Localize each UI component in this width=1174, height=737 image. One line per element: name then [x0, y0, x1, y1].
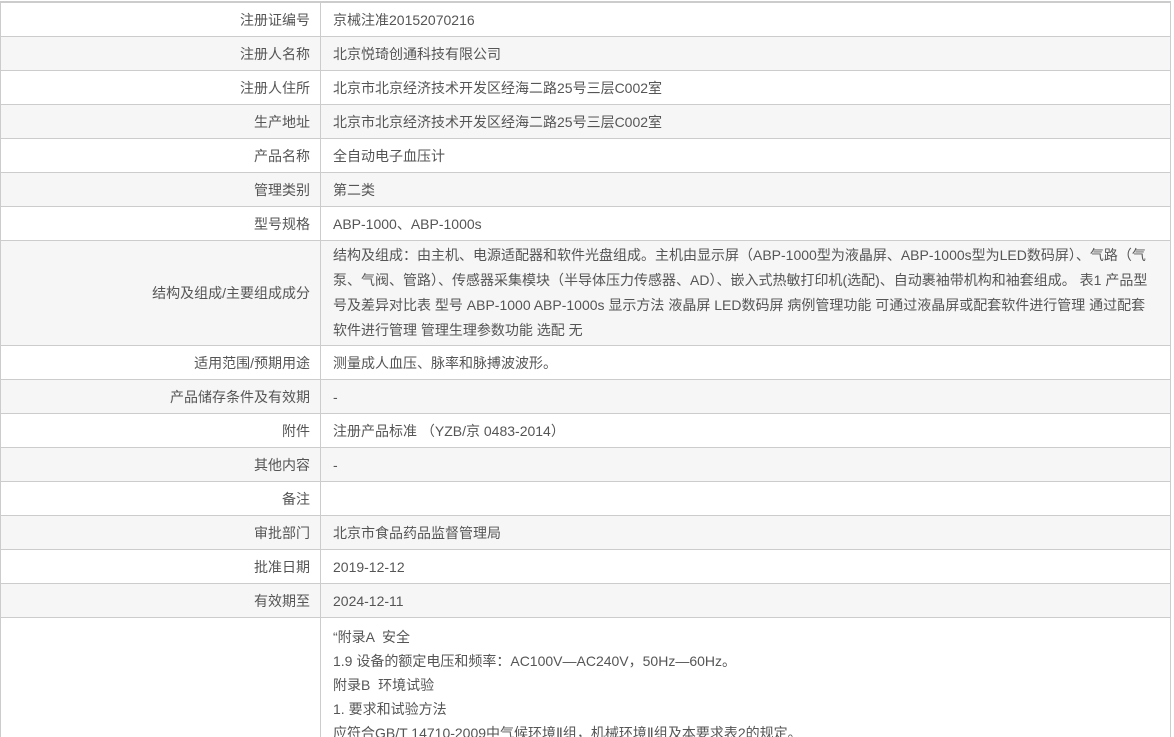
row-value: 2024-12-11 — [321, 584, 1170, 617]
row-value: 测量成人血压、脉率和脉搏波波形。 — [321, 346, 1170, 379]
model-spec: ABP-1000、ABP-1000s — [333, 215, 482, 232]
expiry-date: 2024-12-11 — [333, 592, 404, 609]
row-value: 第二类 — [321, 173, 1170, 206]
row-label: 注册人名称 — [1, 37, 321, 70]
appendix-line: 1. 要求和试验方法 — [333, 701, 447, 717]
row-value: 全自动电子血压计 — [321, 139, 1170, 172]
row-value: 北京悦琦创通科技有限公司 — [321, 37, 1170, 70]
appendix-line: 1.9 设备的额定电压和频率：AC100V—AC240V，50Hz—60Hz。 — [333, 653, 737, 669]
row-value: - — [321, 380, 1170, 413]
row-label: 结构及组成/主要组成成分 — [1, 241, 321, 345]
row-label: 适用范围/预期用途 — [1, 346, 321, 379]
approval-date: 2019-12-12 — [333, 558, 405, 575]
table-row: 注册人住所 北京市北京经济技术开发区经海二路25号三层C002室 — [1, 71, 1170, 105]
row-label: 备注 — [1, 482, 321, 515]
row-value: - — [321, 448, 1170, 481]
registration-number: 京械注准20152070216 — [333, 11, 475, 28]
attachment: 注册产品标准 （YZB/京 0483-2014） — [333, 422, 565, 439]
structure-composition: 结构及组成：由主机、电源适配器和软件光盘组成。主机由显示屏（ABP-1000型为… — [333, 247, 1148, 338]
row-label: 产品储存条件及有效期 — [1, 380, 321, 413]
table-row: 产品名称 全自动电子血压计 — [1, 139, 1170, 173]
row-label: 产品名称 — [1, 139, 321, 172]
table-row: 产品储存条件及有效期 - — [1, 380, 1170, 414]
row-label: 审批部门 — [1, 516, 321, 549]
table-row: 结构及组成/主要组成成分 结构及组成：由主机、电源适配器和软件光盘组成。主机由显… — [1, 241, 1170, 346]
row-value: 北京市北京经济技术开发区经海二路25号三层C002室 — [321, 71, 1170, 104]
table-row: 附件 注册产品标准 （YZB/京 0483-2014） — [1, 414, 1170, 448]
management-class: 第二类 — [333, 181, 375, 198]
row-value: 2019-12-12 — [321, 550, 1170, 583]
row-label: 管理类别 — [1, 173, 321, 206]
product-name: 全自动电子血压计 — [333, 147, 445, 164]
row-label: 生产地址 — [1, 105, 321, 138]
approval-department: 北京市食品药品监督管理局 — [333, 524, 501, 541]
table-row: 型号规格 ABP-1000、ABP-1000s — [1, 207, 1170, 241]
row-value: 北京市北京经济技术开发区经海二路25号三层C002室 — [321, 105, 1170, 138]
table-row: 适用范围/预期用途 测量成人血压、脉率和脉搏波波形。 — [1, 346, 1170, 380]
row-label: 其他内容 — [1, 448, 321, 481]
table-row: 注册证编号 京械注准20152070216 — [1, 3, 1170, 37]
appendix-line: 附录B 环境试验 — [333, 677, 435, 693]
table-row: 生产地址 北京市北京经济技术开发区经海二路25号三层C002室 — [1, 105, 1170, 139]
table-row: 批准日期 2019-12-12 — [1, 550, 1170, 584]
table-row: 备注 — [1, 482, 1170, 516]
row-label: 有效期至 — [1, 584, 321, 617]
table-row: “附录A 安全 1.9 设备的额定电压和频率：AC100V—AC240V，50H… — [1, 618, 1170, 737]
row-label: 注册证编号 — [1, 3, 321, 36]
registrant-address: 北京市北京经济技术开发区经海二路25号三层C002室 — [333, 79, 663, 96]
table-row: 其他内容 - — [1, 448, 1170, 482]
appendix-line: “附录A 安全 — [333, 629, 411, 645]
row-value: 京械注准20152070216 — [321, 3, 1170, 36]
row-label — [1, 618, 321, 737]
row-value — [321, 482, 1170, 515]
row-label: 附件 — [1, 414, 321, 447]
row-value: 北京市食品药品监督管理局 — [321, 516, 1170, 549]
intended-use: 测量成人血压、脉率和脉搏波波形。 — [333, 354, 557, 371]
table-row: 有效期至 2024-12-11 — [1, 584, 1170, 618]
row-label: 批准日期 — [1, 550, 321, 583]
table-row: 注册人名称 北京悦琦创通科技有限公司 — [1, 37, 1170, 71]
row-value: 结构及组成：由主机、电源适配器和软件光盘组成。主机由显示屏（ABP-1000型为… — [321, 241, 1170, 345]
table-row: 管理类别 第二类 — [1, 173, 1170, 207]
row-label: 型号规格 — [1, 207, 321, 240]
row-value: ABP-1000、ABP-1000s — [321, 207, 1170, 240]
storage-conditions: - — [333, 388, 338, 405]
row-value: 注册产品标准 （YZB/京 0483-2014） — [321, 414, 1170, 447]
other-content: - — [333, 456, 338, 473]
row-value: “附录A 安全 1.9 设备的额定电压和频率：AC100V—AC240V，50H… — [321, 618, 1170, 737]
table-row: 审批部门 北京市食品药品监督管理局 — [1, 516, 1170, 550]
appendix-line: 应符合GB/T 14710-2009中气候环境Ⅱ组，机械环境Ⅱ组及本要求表2的规… — [333, 725, 802, 737]
row-label: 注册人住所 — [1, 71, 321, 104]
registration-detail-table: 注册证编号 京械注准20152070216 注册人名称 北京悦琦创通科技有限公司… — [0, 1, 1171, 737]
appendix-text: “附录A 安全 1.9 设备的额定电压和频率：AC100V—AC240V，50H… — [333, 625, 1156, 737]
registrant-name: 北京悦琦创通科技有限公司 — [333, 45, 501, 62]
production-address: 北京市北京经济技术开发区经海二路25号三层C002室 — [333, 113, 663, 130]
